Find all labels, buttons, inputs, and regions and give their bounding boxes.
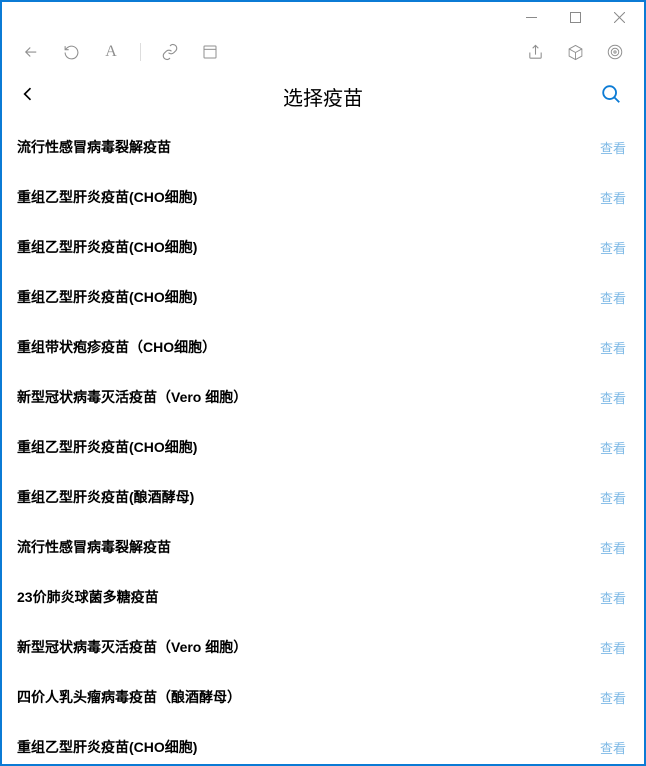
list-item[interactable]: 流行性感冒病毒裂解疫苗 查看	[2, 122, 641, 172]
list-item[interactable]: 流行性感冒病毒裂解疫苗 查看	[2, 522, 641, 572]
view-button[interactable]: 查看	[600, 288, 626, 307]
close-button[interactable]	[602, 5, 636, 29]
vaccine-name: 23价肺炎球菌多糖疫苗	[17, 587, 159, 607]
link-icon	[161, 43, 179, 61]
view-button[interactable]: 查看	[600, 188, 626, 207]
vaccine-name: 新型冠状病毒灭活疫苗（Vero 细胞）	[17, 387, 247, 407]
link-button[interactable]	[153, 36, 187, 68]
minimize-button[interactable]	[514, 5, 548, 29]
chevron-left-icon	[18, 84, 38, 104]
view-button[interactable]: 查看	[600, 588, 626, 607]
view-button[interactable]: 查看	[600, 538, 626, 557]
toolbar-divider	[140, 43, 141, 61]
box-button[interactable]	[558, 36, 592, 68]
list-item[interactable]: 四价人乳头瘤病毒疫苗（酿酒酵母） 查看	[2, 672, 641, 722]
nav-back-button[interactable]	[14, 36, 48, 68]
list-item[interactable]: 重组乙型肝炎疫苗(CHO细胞) 查看	[2, 272, 641, 322]
vaccine-name: 重组乙型肝炎疫苗(CHO细胞)	[17, 237, 197, 257]
font-button[interactable]: A	[94, 36, 128, 68]
vaccine-list[interactable]: 流行性感冒病毒裂解疫苗查看重组乙型肝炎疫苗(CHO细胞)查看重组乙型肝炎疫苗(C…	[2, 122, 644, 764]
view-button[interactable]: 查看	[600, 638, 626, 657]
refresh-icon	[63, 44, 80, 61]
page-title: 选择疫苗	[2, 82, 644, 111]
header-back-button[interactable]	[12, 78, 44, 115]
vaccine-name: 重组带状疱疹疫苗（CHO细胞）	[17, 337, 216, 357]
window-frame: A 选择疫苗 流行性感冒病毒裂解疫苗查看重组乙型肝炎疫苗(CHO细胞)查看重组乙…	[0, 0, 646, 766]
maximize-button[interactable]	[558, 5, 592, 29]
list-item[interactable]: 重组乙型肝炎疫苗(酿酒酵母) 查看	[2, 472, 641, 522]
panel-button[interactable]	[193, 36, 227, 68]
vaccine-name: 流行性感冒病毒裂解疫苗	[17, 137, 171, 157]
panel-icon	[202, 44, 218, 60]
share-button[interactable]	[518, 36, 552, 68]
app-toolbar: A	[2, 32, 644, 72]
vaccine-name: 新型冠状病毒灭活疫苗（Vero 细胞）	[17, 637, 247, 657]
view-button[interactable]: 查看	[600, 438, 626, 457]
list-item[interactable]: 重组乙型肝炎疫苗(CHO细胞) 查看	[2, 222, 641, 272]
view-button[interactable]: 查看	[600, 338, 626, 357]
list-item[interactable]: 新型冠状病毒灭活疫苗（Vero 细胞） 查看	[2, 622, 641, 672]
close-icon	[614, 12, 625, 23]
vaccine-name: 重组乙型肝炎疫苗(酿酒酵母)	[17, 487, 194, 507]
titlebar	[2, 2, 644, 32]
view-button[interactable]: 查看	[600, 238, 626, 257]
list-item[interactable]: 重组乙型肝炎疫苗(CHO细胞) 查看	[2, 722, 641, 764]
header-search-button[interactable]	[596, 79, 626, 114]
font-icon: A	[105, 43, 117, 61]
view-button[interactable]: 查看	[600, 738, 626, 757]
target-icon	[606, 43, 624, 61]
box-icon	[567, 44, 584, 61]
list-item[interactable]: 23价肺炎球菌多糖疫苗 查看	[2, 572, 641, 622]
vaccine-name: 重组乙型肝炎疫苗(CHO细胞)	[17, 187, 197, 207]
list-item[interactable]: 重组带状疱疹疫苗（CHO细胞） 查看	[2, 322, 641, 372]
target-button[interactable]	[598, 36, 632, 68]
view-button[interactable]: 查看	[600, 388, 626, 407]
vaccine-name: 重组乙型肝炎疫苗(CHO细胞)	[17, 287, 197, 307]
search-icon	[600, 83, 622, 105]
refresh-button[interactable]	[54, 36, 88, 68]
share-icon	[527, 44, 544, 61]
maximize-icon	[570, 12, 581, 23]
vaccine-name: 重组乙型肝炎疫苗(CHO细胞)	[17, 437, 197, 457]
page-header: 选择疫苗	[2, 72, 644, 122]
view-button[interactable]: 查看	[600, 138, 626, 157]
list-item[interactable]: 重组乙型肝炎疫苗(CHO细胞) 查看	[2, 172, 641, 222]
vaccine-name: 流行性感冒病毒裂解疫苗	[17, 537, 171, 557]
vaccine-name: 四价人乳头瘤病毒疫苗（酿酒酵母）	[17, 687, 241, 707]
view-button[interactable]: 查看	[600, 488, 626, 507]
arrow-left-icon	[22, 43, 40, 61]
list-item[interactable]: 新型冠状病毒灭活疫苗（Vero 细胞） 查看	[2, 372, 641, 422]
view-button[interactable]: 查看	[600, 688, 626, 707]
list-item[interactable]: 重组乙型肝炎疫苗(CHO细胞) 查看	[2, 422, 641, 472]
vaccine-name: 重组乙型肝炎疫苗(CHO细胞)	[17, 737, 197, 757]
minimize-icon	[526, 12, 537, 23]
